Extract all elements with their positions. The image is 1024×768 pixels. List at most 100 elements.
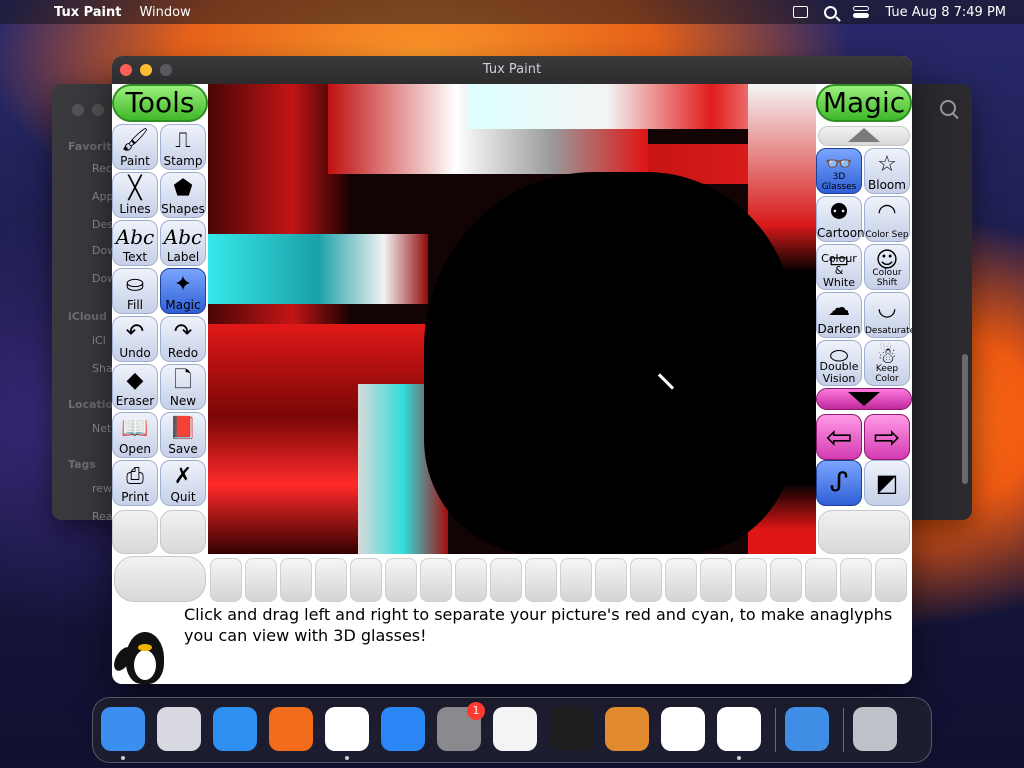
- brush-icon: 🖌: [121, 128, 149, 153]
- tool-save-button[interactable]: 📕 Save: [160, 412, 206, 458]
- zoom-button[interactable]: [160, 64, 172, 76]
- close-button[interactable]: [120, 64, 132, 76]
- color-swatch[interactable]: [770, 558, 802, 602]
- safari-icon[interactable]: [213, 707, 257, 751]
- app-menu[interactable]: Tux Paint: [54, 5, 121, 20]
- sidebar-item[interactable]: Rea: [92, 510, 113, 523]
- magic-double-vision-button[interactable]: ⬭ Double Vision: [816, 340, 862, 386]
- tool-stamp-button[interactable]: ⎍ Stamp: [160, 124, 206, 170]
- color-swatch[interactable]: [595, 558, 627, 602]
- magic-darken-button[interactable]: ☁ Darken: [816, 292, 862, 338]
- sidebar-item[interactable]: iCl: [92, 334, 106, 347]
- color-swatch[interactable]: [840, 558, 872, 602]
- sidebar-item[interactable]: App: [92, 190, 114, 203]
- magic-colour-white-button[interactable]: ▭ Colour & White: [816, 244, 862, 290]
- color-swatch[interactable]: [525, 558, 557, 602]
- sidebar-item[interactable]: rew: [92, 482, 112, 495]
- launchpad-icon[interactable]: [157, 707, 201, 751]
- tool-quit-button[interactable]: ✗ Quit: [160, 460, 206, 506]
- tool-redo-button[interactable]: ↷ Redo: [160, 316, 206, 362]
- minimize-button[interactable]: [140, 64, 152, 76]
- tux-paint-window: Tux Paint Tools 🖌 Paint ⎍ Stamp ╳ Lines ⬟ Shape…: [112, 56, 912, 684]
- tool-label: Magic: [165, 298, 201, 312]
- textedit-icon[interactable]: [493, 707, 537, 751]
- color-swatch[interactable]: [630, 558, 662, 602]
- firefox-icon[interactable]: [269, 707, 313, 751]
- weather-icon[interactable]: [785, 707, 829, 751]
- magic-mode-paint-button[interactable]: ᔑ: [816, 460, 862, 506]
- tool-shapes-button[interactable]: ⬟ Shapes: [160, 172, 206, 218]
- bg-scrollbar[interactable]: [962, 354, 968, 484]
- color-swatch[interactable]: [280, 558, 312, 602]
- magic-star-button[interactable]: ☆ Bloom: [864, 148, 910, 194]
- color-swatch[interactable]: [245, 558, 277, 602]
- bg-search-icon[interactable]: [940, 100, 956, 116]
- color-swatch[interactable]: [210, 558, 242, 602]
- vscode-icon[interactable]: [661, 707, 705, 751]
- magic-3d-glasses-button[interactable]: 👓 3D Glasses: [816, 148, 862, 194]
- star-icon: ☆: [877, 152, 897, 177]
- chrome-icon[interactable]: [325, 707, 369, 751]
- color-swatch[interactable]: [560, 558, 592, 602]
- printer-icon: ⎙: [126, 464, 144, 489]
- magic-colour-shift-button[interactable]: ☺ Colour Shift: [864, 244, 910, 290]
- text-icon: Abc: [115, 225, 155, 249]
- sidebar-item[interactable]: Rec: [92, 162, 112, 175]
- system-settings-icon[interactable]: 1: [437, 702, 485, 751]
- tux-paint-icon[interactable]: [717, 707, 761, 751]
- new-page-icon: 🗋: [174, 368, 192, 393]
- color-swatch[interactable]: [735, 558, 767, 602]
- previous-page-button[interactable]: ⇦: [816, 414, 862, 460]
- screen-mirroring-icon[interactable]: [793, 6, 809, 18]
- color-swatch[interactable]: [455, 558, 487, 602]
- menu-clock[interactable]: Tue Aug 8 7:49 PM: [885, 5, 1006, 20]
- tool-label-button[interactable]: Abc Label: [160, 220, 206, 266]
- window-menu[interactable]: Window: [139, 5, 190, 20]
- control-center-icon[interactable]: [853, 6, 870, 18]
- sidebar-section-header: iCloud: [68, 310, 107, 323]
- tool-fill-button[interactable]: ⛀ Fill: [112, 268, 158, 314]
- tool-new-button[interactable]: 🗋 New: [160, 364, 206, 410]
- tool-lines-button[interactable]: ╳ Lines: [112, 172, 158, 218]
- trash-icon[interactable]: [853, 707, 897, 751]
- next-page-button[interactable]: ⇨: [864, 414, 910, 460]
- tool-undo-button[interactable]: ↶ Undo: [112, 316, 158, 362]
- tool-print-button[interactable]: ⎙ Print: [112, 460, 158, 506]
- color-swatch[interactable]: [315, 558, 347, 602]
- magic-cartoon-button[interactable]: ⚉ Cartoon: [816, 196, 865, 242]
- sidebar-item[interactable]: Des: [92, 218, 113, 231]
- color-swatch[interactable]: [490, 558, 522, 602]
- tool-magic-button[interactable]: ✦ Magic: [160, 268, 206, 314]
- tools-header: Tools: [112, 84, 208, 122]
- magic-option-empty: [818, 510, 910, 554]
- magic-color-sep-button[interactable]: ◠ Color Sep: [864, 196, 910, 242]
- garageband-icon[interactable]: [605, 707, 649, 751]
- instruction-text: Click and drag left and right to separat…: [184, 605, 893, 645]
- finder-icon[interactable]: [101, 707, 145, 751]
- bg-close-button[interactable]: [72, 104, 84, 116]
- color-swatch[interactable]: [700, 558, 732, 602]
- drawing-canvas[interactable]: [208, 84, 816, 554]
- tool-paint-button[interactable]: 🖌 Paint: [112, 124, 158, 170]
- color-swatch[interactable]: [350, 558, 382, 602]
- color-swatch[interactable]: [385, 558, 417, 602]
- sidebar-item[interactable]: Net: [92, 422, 111, 435]
- bg-minimize-button[interactable]: [92, 104, 104, 116]
- sidebar-item[interactable]: Sha: [92, 362, 113, 375]
- tool-label: Paint: [120, 154, 150, 168]
- tool-eraser-button[interactable]: ◆ Eraser: [112, 364, 158, 410]
- tool-empty-slot: [112, 510, 158, 554]
- magic-desaturate-button[interactable]: ◡ Desaturate: [864, 292, 912, 338]
- magic-mode-fullscreen-button[interactable]: ◩: [864, 460, 910, 506]
- color-swatch[interactable]: [665, 558, 697, 602]
- color-selector-pill[interactable]: [114, 556, 206, 602]
- app-store-icon[interactable]: [381, 707, 425, 751]
- tool-text-button[interactable]: Abc Text: [112, 220, 158, 266]
- color-swatch[interactable]: [420, 558, 452, 602]
- spotlight-search-icon[interactable]: [824, 5, 838, 19]
- terminal-icon[interactable]: [549, 707, 593, 751]
- color-swatch[interactable]: [875, 558, 907, 602]
- magic-keep-color-button[interactable]: ☃ Keep Color: [864, 340, 910, 386]
- color-swatch[interactable]: [805, 558, 837, 602]
- tool-open-button[interactable]: 📖 Open: [112, 412, 158, 458]
